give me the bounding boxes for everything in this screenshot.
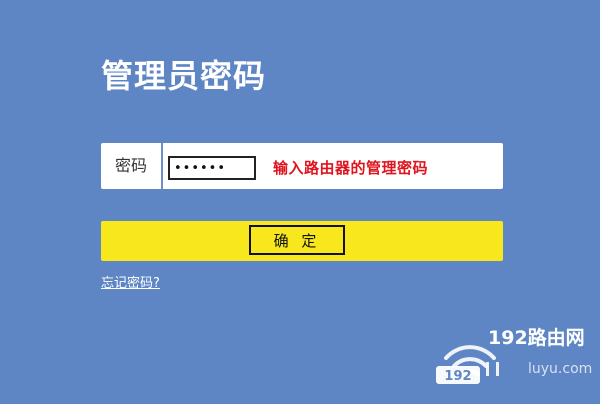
watermark-brand: 192路由网 bbox=[488, 327, 585, 349]
page-title: 管理员密码 bbox=[101, 57, 267, 95]
forgot-password-link[interactable]: 忘记密码? bbox=[101, 276, 160, 292]
router-antenna-icon bbox=[486, 362, 499, 376]
password-divider bbox=[161, 143, 163, 189]
password-label: 密码 bbox=[114, 156, 147, 175]
confirm-button[interactable]: 确 定 bbox=[249, 225, 345, 255]
password-hint: 输入路由器的管理密码 bbox=[273, 159, 429, 177]
badge-text: 192 bbox=[444, 369, 471, 384]
watermark-domain: luyu.com bbox=[528, 361, 593, 377]
password-input[interactable] bbox=[168, 156, 256, 180]
